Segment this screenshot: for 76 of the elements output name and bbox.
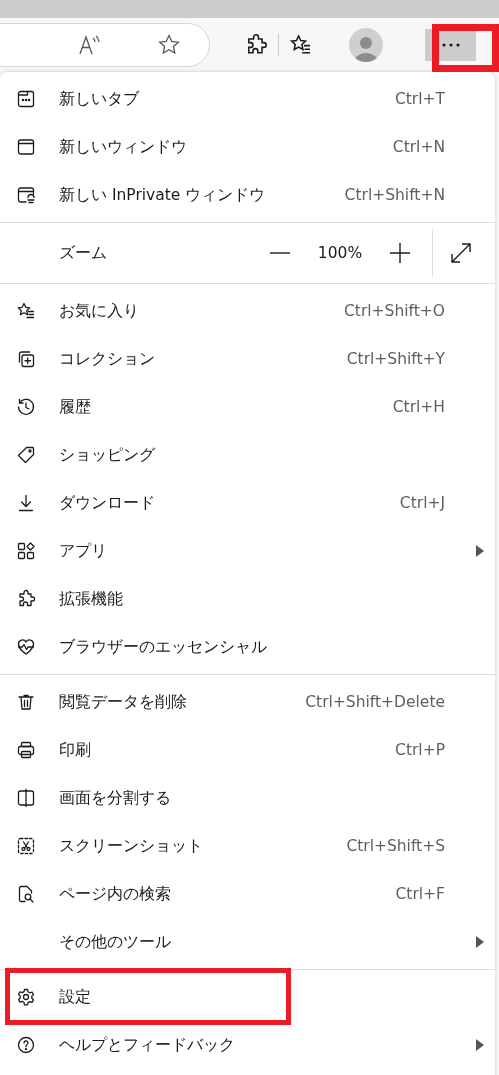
private-window-icon: [16, 185, 36, 205]
menu-item-label: 履歴: [59, 396, 92, 418]
profile-avatar[interactable]: [349, 28, 383, 62]
menu-item-label: 拡張機能: [59, 588, 124, 610]
menu-item-label: ブラウザーのエッセンシャル: [59, 636, 268, 658]
menu-item[interactable]: アプリ: [0, 527, 495, 575]
shortcut-text: Ctrl+F: [395, 885, 445, 903]
shortcut-text: Ctrl+H: [392, 398, 445, 416]
menu-item-label: ページ内の検索: [59, 883, 172, 905]
zoom-level: 100%: [316, 244, 364, 262]
shortcut-text: Ctrl+N: [392, 138, 445, 156]
menu-item[interactable]: ページ内の検索 Ctrl+F: [0, 870, 495, 918]
menu-item-label: コレクション: [59, 348, 156, 370]
menu-item[interactable]: お気に入り Ctrl+Shift+O: [0, 287, 495, 335]
window-icon: [16, 137, 36, 157]
zoom-label: ズーム: [59, 242, 108, 264]
shortcut-text: Ctrl+Shift+Y: [346, 350, 445, 368]
apps-icon: [16, 541, 36, 561]
menu-item[interactable]: 新しいウィンドウ Ctrl+N: [0, 123, 495, 171]
menu-item-label: ショッピング: [59, 444, 156, 466]
heart-pulse-icon: [16, 637, 36, 657]
menu-item-label: 新しいウィンドウ: [59, 136, 188, 158]
menu-item[interactable]: ヘルプとフィードバック: [0, 1021, 495, 1069]
shortcut-text: Ctrl+Shift+S: [346, 837, 445, 855]
menu-item-label: ダウンロード: [59, 492, 156, 514]
menu-item[interactable]: 閲覧データを削除 Ctrl+Shift+Delete: [0, 678, 495, 726]
favorites-icon: [16, 301, 36, 321]
plus-icon: [389, 242, 411, 264]
star-icon: [157, 33, 181, 57]
menu-item-label: アプリ: [59, 540, 108, 562]
shortcut-text: Ctrl+Shift+O: [344, 302, 445, 320]
help-icon: [16, 1035, 36, 1055]
shortcut-text: Ctrl+Shift+Delete: [305, 693, 445, 711]
menu-item-label: ヘルプとフィードバック: [59, 1034, 236, 1056]
find-in-page-icon: [16, 884, 36, 904]
trash-icon: [16, 692, 36, 712]
shortcut-text: Ctrl+P: [395, 741, 445, 759]
screenshot-icon: [16, 836, 36, 856]
more-icon: [440, 42, 461, 48]
menu-item[interactable]: ブラウザーのエッセンシャル: [0, 623, 495, 671]
collections-icon: [16, 349, 36, 369]
menu-item-label: その他のツール: [59, 931, 172, 953]
shortcut-text: Ctrl+Shift+N: [344, 186, 445, 204]
menu-item[interactable]: 印刷 Ctrl+P: [0, 726, 495, 774]
menu-item-label: 画面を分割する: [59, 787, 172, 809]
tag-icon: [16, 445, 36, 465]
menu-item[interactable]: ショッピング: [0, 431, 495, 479]
printer-icon: [16, 740, 36, 760]
menu-item[interactable]: 新しい InPrivate ウィンドウ Ctrl+Shift+N: [0, 171, 495, 219]
menu-item-label: 閲覧データを削除: [59, 691, 188, 713]
new-tab-icon: [16, 89, 36, 109]
menu-item[interactable]: コレクション Ctrl+Shift+Y: [0, 335, 495, 383]
menu-item-label: お気に入り: [59, 300, 140, 322]
menu-item[interactable]: 拡張機能: [0, 575, 495, 623]
shortcut-text: Ctrl+T: [394, 90, 445, 108]
history-icon: [16, 397, 36, 417]
menu-item-label: 印刷: [59, 739, 92, 761]
menu-item[interactable]: スクリーンショット Ctrl+Shift+S: [0, 822, 495, 870]
shortcut-text: Ctrl+J: [399, 494, 445, 512]
expand-arrow-icon: [450, 242, 472, 264]
menu-item[interactable]: 画面を分割する: [0, 774, 495, 822]
menu-item-label: 新しいタブ: [59, 88, 140, 110]
minus-icon: [269, 252, 291, 254]
menu-item[interactable]: ダウンロード Ctrl+J: [0, 479, 495, 527]
menu-item-label: 設定: [59, 986, 92, 1008]
menu-item[interactable]: 履歴 Ctrl+H: [0, 383, 495, 431]
menu-item-label: 新しい InPrivate ウィンドウ: [59, 184, 267, 206]
menu-item[interactable]: 新しいタブ Ctrl+T: [0, 75, 495, 123]
favorites-icon: [289, 33, 313, 57]
settings-icon: [16, 987, 36, 1007]
menu-item-label: スクリーンショット: [59, 835, 204, 857]
puzzle-icon: [16, 589, 36, 609]
download-icon: [16, 493, 36, 513]
menu-item[interactable]: その他のツール: [0, 918, 495, 966]
split-screen-icon: [16, 788, 36, 808]
menu-item[interactable]: 設定: [0, 973, 495, 1021]
